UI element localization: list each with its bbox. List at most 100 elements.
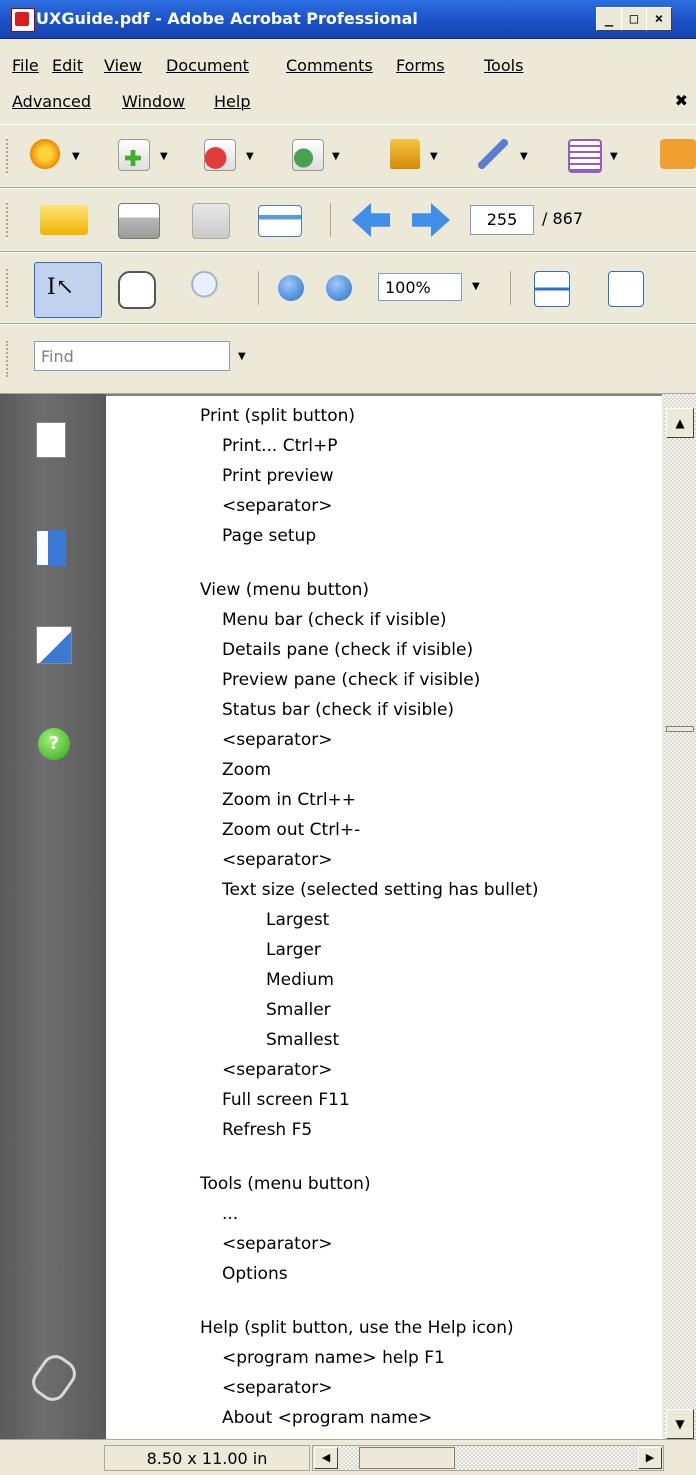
doc-line: Tools (menu button): [200, 1174, 371, 1194]
acrobat-window: UXGuide.pdf - Adobe Acrobat Professional…: [0, 0, 696, 1475]
page-number-input[interactable]: 255: [470, 205, 534, 235]
doc-line: <separator>: [222, 730, 333, 750]
menu-edit[interactable]: Edit: [52, 56, 83, 75]
menu-window[interactable]: Window: [122, 92, 185, 111]
export-dropdown-icon[interactable]: ▼: [246, 151, 254, 162]
more-tasks-icon[interactable]: [660, 139, 696, 169]
doc-line: <separator>: [222, 496, 333, 516]
marquee-zoom-icon[interactable]: [190, 269, 226, 307]
select-tool-button[interactable]: I↖: [34, 262, 102, 318]
save-icon[interactable]: [192, 203, 230, 239]
zoom-in-icon[interactable]: [326, 275, 352, 301]
combine-dropdown-icon[interactable]: ▼: [160, 151, 168, 162]
lock-secure-icon[interactable]: [390, 139, 420, 169]
menu-comments[interactable]: Comments: [286, 56, 373, 75]
horizontal-scrollbar[interactable]: ◀ ▶: [312, 1445, 664, 1471]
fit-page-icon[interactable]: [608, 271, 644, 307]
bookmarks-icon[interactable]: [36, 530, 66, 566]
page-total: / 867: [542, 209, 584, 228]
sign-pen-icon[interactable]: [478, 139, 508, 169]
review-dropdown-icon[interactable]: ▼: [332, 151, 340, 162]
create-pdf-icon[interactable]: [30, 139, 60, 169]
vertical-scrollbar[interactable]: ▲ ▼: [664, 394, 696, 1439]
scroll-right-arrow-icon[interactable]: ▶: [638, 1447, 662, 1469]
close-button[interactable]: ×: [646, 7, 672, 31]
zoom-out-icon[interactable]: [278, 275, 304, 301]
menu-advanced[interactable]: Advanced: [12, 92, 91, 111]
toolbar-separator: [330, 203, 331, 237]
find-input[interactable]: Find: [34, 341, 230, 371]
toolbar-grip[interactable]: [6, 341, 12, 377]
maximize-button[interactable]: □: [621, 7, 647, 31]
find-dropdown-icon[interactable]: ▼: [238, 351, 246, 362]
doc-line: <separator>: [222, 1060, 333, 1080]
find-toolbar: Find ▼: [0, 324, 696, 394]
doc-line: Help (split button, use the Help icon): [200, 1318, 514, 1338]
menu-forms[interactable]: Forms: [396, 56, 445, 75]
doc-line: Page setup: [222, 526, 317, 546]
navigation-pane: ?: [0, 394, 106, 1475]
window-title: UXGuide.pdf - Adobe Acrobat Professional: [36, 9, 418, 28]
doc-line: Smallest: [266, 1030, 340, 1050]
tasks-toolbar: ▼ ▼ ▼ ▼ ▼ ▼ ▼: [0, 124, 696, 188]
pages-icon[interactable]: [36, 422, 66, 458]
doc-line: <program name> help F1: [222, 1348, 445, 1368]
page-size-readout: 8.50 x 11.00 in: [104, 1445, 310, 1471]
review-comment-icon[interactable]: [292, 139, 324, 171]
print-icon[interactable]: [118, 203, 160, 239]
minimize-button[interactable]: _: [596, 7, 622, 31]
attachments-paperclip-icon[interactable]: [26, 1349, 82, 1407]
doc-line: Medium: [266, 970, 334, 990]
secure-dropdown-icon[interactable]: ▼: [430, 151, 438, 162]
scroll-left-arrow-icon[interactable]: ◀: [314, 1447, 338, 1469]
create-pdf-dropdown-icon[interactable]: ▼: [72, 151, 80, 162]
menu-document[interactable]: Document: [166, 56, 249, 75]
menu-help[interactable]: Help: [214, 92, 250, 111]
doc-line: Preview pane (check if visible): [222, 670, 481, 690]
doc-line: Full screen F11: [222, 1090, 350, 1110]
open-folder-icon[interactable]: [40, 205, 88, 235]
doc-line: ...: [222, 1204, 239, 1224]
zoom-dropdown-icon[interactable]: ▼: [472, 281, 480, 292]
menu-view[interactable]: View: [104, 56, 142, 75]
doc-line: Zoom out Ctrl+-: [222, 820, 361, 840]
document-close-icon[interactable]: ✖: [675, 91, 688, 110]
file-toolbar: 255 / 867: [0, 188, 696, 252]
scroll-up-arrow-icon[interactable]: ▲: [666, 408, 694, 438]
combine-files-icon[interactable]: [118, 139, 150, 171]
acrobat-app-icon[interactable]: [11, 8, 35, 32]
horizontal-scroll-thumb[interactable]: [359, 1447, 455, 1469]
toolbar-grip[interactable]: [6, 269, 12, 307]
signatures-icon[interactable]: [36, 626, 72, 664]
help-icon[interactable]: ?: [38, 728, 70, 760]
next-page-icon[interactable]: [412, 203, 450, 237]
doc-line: <separator>: [222, 850, 333, 870]
toolbar-separator: [258, 271, 259, 305]
doc-line: <separator>: [222, 1378, 333, 1398]
scroll-down-arrow-icon[interactable]: ▼: [666, 1409, 694, 1439]
fit-width-icon[interactable]: [534, 271, 570, 307]
doc-line: Options: [222, 1264, 288, 1284]
previous-page-icon[interactable]: [352, 203, 390, 237]
doc-line: Larger: [266, 940, 321, 960]
forms-dropdown-icon[interactable]: ▼: [610, 151, 618, 162]
zoom-level-input[interactable]: 100%: [378, 273, 462, 301]
doc-line: Print preview: [222, 466, 334, 486]
zoom-toolbar: I↖ 100% ▼: [0, 252, 696, 324]
toolbar-grip[interactable]: [6, 139, 12, 173]
document-page: Print (split button) Print... Ctrl+P Pri…: [106, 394, 662, 1441]
forms-icon[interactable]: [568, 139, 602, 173]
title-bar[interactable]: UXGuide.pdf - Adobe Acrobat Professional…: [0, 0, 696, 39]
menu-file[interactable]: File: [12, 56, 39, 75]
email-icon[interactable]: [258, 205, 302, 237]
doc-line: Print... Ctrl+P: [222, 436, 338, 456]
export-icon[interactable]: [204, 139, 236, 171]
toolbar-grip[interactable]: [6, 203, 12, 237]
doc-line: About <program name>: [222, 1408, 433, 1428]
vertical-scroll-thumb[interactable]: [666, 726, 694, 732]
toolbar-separator: [510, 271, 511, 305]
sign-dropdown-icon[interactable]: ▼: [520, 151, 528, 162]
doc-line: Largest: [266, 910, 330, 930]
hand-tool-icon[interactable]: [118, 271, 156, 309]
menu-tools[interactable]: Tools: [484, 56, 523, 75]
